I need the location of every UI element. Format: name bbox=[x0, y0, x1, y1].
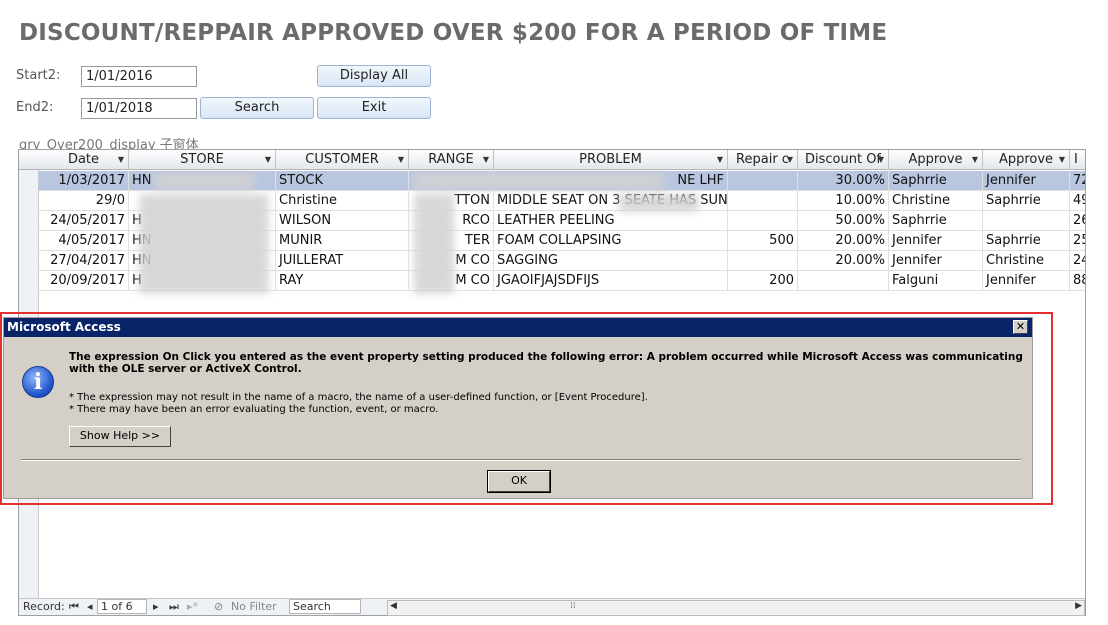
next-record-icon[interactable]: ▸ bbox=[153, 600, 159, 613]
redaction-blur bbox=[154, 172, 254, 190]
cell-customer: Christine bbox=[276, 191, 409, 211]
cell-date: 29/0 bbox=[39, 191, 129, 211]
dropdown-arrow-icon: ▼ bbox=[482, 155, 489, 164]
cell-repair bbox=[728, 171, 798, 191]
cell-approve-2: Saphrrie bbox=[983, 191, 1070, 211]
column-header-extra[interactable]: I bbox=[1070, 150, 1085, 170]
first-record-icon[interactable]: ⏮ bbox=[69, 600, 79, 614]
cell-extra: 26 bbox=[1070, 211, 1085, 231]
cell-extra: 25 bbox=[1070, 231, 1085, 251]
cell-approve-2: Christine bbox=[983, 251, 1070, 271]
previous-record-icon[interactable]: ◂ bbox=[87, 600, 93, 613]
cell-discount: 10.00% bbox=[798, 191, 889, 211]
cell-problem: SAGGING bbox=[494, 251, 728, 271]
cell-approve-1: Falguni bbox=[889, 271, 983, 291]
cell-repair: 200 bbox=[728, 271, 798, 291]
filter-status[interactable]: No Filter bbox=[231, 600, 277, 613]
dropdown-arrow-icon: ▼ bbox=[877, 155, 884, 164]
column-header-store[interactable]: STORE ▼ bbox=[129, 150, 276, 170]
dropdown-arrow-icon: ▼ bbox=[971, 155, 978, 164]
end-label: End2: bbox=[16, 100, 54, 115]
cell-customer: JUILLERAT bbox=[276, 251, 409, 271]
dropdown-arrow-icon: ▼ bbox=[397, 155, 404, 164]
column-header-date[interactable]: Date ▼ bbox=[39, 150, 129, 170]
record-navigation-bar: Record: ⏮ ◂ 1 of 6 ▸ ⏭ ▸* ⊘ No Filter Se… bbox=[19, 598, 1085, 616]
cell-repair bbox=[728, 191, 798, 211]
cell-approve-1: Saphrrie bbox=[889, 211, 983, 231]
search-button[interactable]: Search bbox=[200, 97, 314, 119]
cell-approve-2 bbox=[983, 211, 1070, 231]
cell-approve-1: Christine bbox=[889, 191, 983, 211]
cell-discount bbox=[798, 271, 889, 291]
dropdown-arrow-icon: ▼ bbox=[264, 155, 271, 164]
redaction-blur bbox=[414, 172, 664, 190]
cell-approve-2: Jennifer bbox=[983, 271, 1070, 291]
end-date-field[interactable]: 1/01/2018 bbox=[81, 98, 197, 119]
cell-discount: 20.00% bbox=[798, 251, 889, 271]
dropdown-arrow-icon: ▼ bbox=[786, 155, 793, 164]
column-header-approve-1[interactable]: Approve ▼ bbox=[889, 150, 983, 170]
column-header-repair-cost[interactable]: Repair c ▼ bbox=[728, 150, 798, 170]
column-header-discount[interactable]: Discount Of ▼ bbox=[798, 150, 889, 170]
cell-date: 1/03/2017 bbox=[39, 171, 129, 191]
cell-discount: 20.00% bbox=[798, 231, 889, 251]
grid-header: Date ▼ STORE ▼ CUSTOMER ▼ RANGE ▼ PROBLEM ▼ R… bbox=[19, 150, 1085, 170]
cell-problem: JGAOIFJAJSDFIJS bbox=[494, 271, 728, 291]
cell-problem: FOAM COLLAPSING bbox=[494, 231, 728, 251]
start-date-field[interactable]: 1/01/2016 bbox=[81, 66, 197, 87]
column-header-customer[interactable]: CUSTOMER ▼ bbox=[276, 150, 409, 170]
page-title: DISCOUNT/REPPAIR APPROVED OVER $200 FOR … bbox=[19, 20, 888, 46]
cell-extra: 88 bbox=[1070, 271, 1085, 291]
cell-customer: RAY bbox=[276, 271, 409, 291]
display-all-button[interactable]: Display All bbox=[317, 65, 431, 87]
cell-date: 4/05/2017 bbox=[39, 231, 129, 251]
redaction-blur bbox=[414, 194, 454, 294]
cell-extra: 24 bbox=[1070, 251, 1085, 271]
horizontal-scrollbar[interactable]: ◀ ⁞⁞ ▶ bbox=[387, 600, 1085, 616]
cell-approve-1: Jennifer bbox=[889, 251, 983, 271]
cell-approve-1: Jennifer bbox=[889, 231, 983, 251]
dropdown-arrow-icon: ▼ bbox=[117, 155, 124, 164]
cell-approve-1: Saphrrie bbox=[889, 171, 983, 191]
last-record-icon[interactable]: ⏭ bbox=[169, 600, 179, 614]
cell-date: 27/04/2017 bbox=[39, 251, 129, 271]
record-position-field[interactable]: 1 of 6 bbox=[97, 599, 147, 614]
column-header-range[interactable]: RANGE ▼ bbox=[409, 150, 494, 170]
new-record-icon[interactable]: ▸* bbox=[187, 600, 198, 613]
cell-date: 20/09/2017 bbox=[39, 271, 129, 291]
cell-extra: 72 bbox=[1070, 171, 1085, 191]
column-header-approve-2[interactable]: Approve ▼ bbox=[983, 150, 1070, 170]
cell-repair: 500 bbox=[728, 231, 798, 251]
cell-approve-2: Jennifer bbox=[983, 171, 1070, 191]
scroll-left-icon[interactable]: ◀ bbox=[390, 601, 397, 611]
start-label: Start2: bbox=[16, 68, 61, 83]
cell-customer: STOCK bbox=[276, 171, 409, 191]
cell-problem: LEATHER PEELING bbox=[494, 211, 728, 231]
column-header-problem[interactable]: PROBLEM ▼ bbox=[494, 150, 728, 170]
search-input[interactable]: Search bbox=[289, 599, 361, 614]
dropdown-arrow-icon: ▼ bbox=[716, 155, 723, 164]
cell-extra: 49 bbox=[1070, 191, 1085, 211]
cell-discount: 50.00% bbox=[798, 211, 889, 231]
cell-customer: WILSON bbox=[276, 211, 409, 231]
redaction-blur bbox=[619, 194, 699, 212]
cell-approve-2: Saphrrie bbox=[983, 231, 1070, 251]
exit-button[interactable]: Exit bbox=[317, 97, 431, 119]
dropdown-arrow-icon: ▼ bbox=[1058, 155, 1065, 164]
cell-repair bbox=[728, 251, 798, 271]
cell-repair bbox=[728, 211, 798, 231]
cell-customer: MUNIR bbox=[276, 231, 409, 251]
redaction-blur bbox=[139, 194, 269, 294]
scroll-thumb-grip-icon[interactable]: ⁞⁞ bbox=[570, 601, 576, 611]
filter-icon: ⊘ bbox=[214, 600, 224, 613]
cell-date: 24/05/2017 bbox=[39, 211, 129, 231]
record-label: Record: bbox=[23, 600, 65, 613]
scroll-right-icon[interactable]: ▶ bbox=[1075, 601, 1082, 611]
highlight-frame bbox=[0, 312, 1053, 505]
cell-discount: 30.00% bbox=[798, 171, 889, 191]
